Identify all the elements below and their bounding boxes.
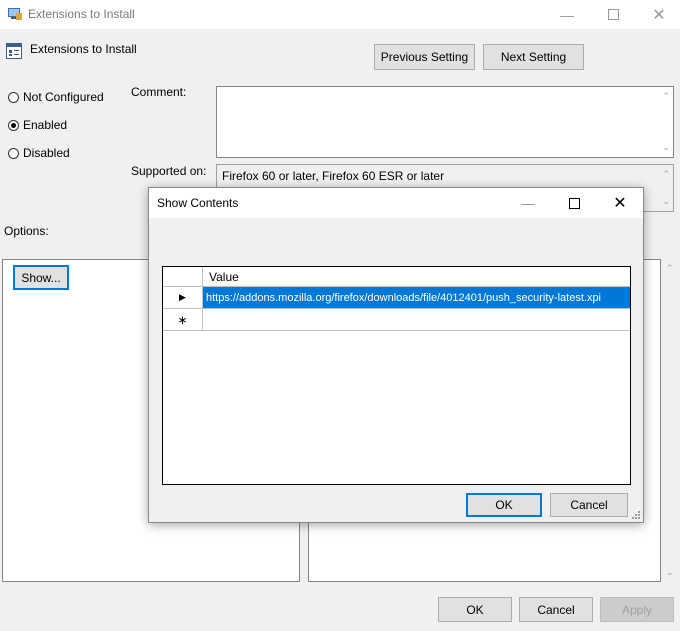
radio-circle xyxy=(8,147,19,159)
window-title: Extensions to Install xyxy=(28,7,135,21)
close-icon: ✕ xyxy=(613,195,627,212)
maximize-icon xyxy=(568,197,580,209)
radio-label: Not Configured xyxy=(23,90,104,104)
scroll-up-icon: ⌃ xyxy=(662,169,670,179)
grid-header: Value xyxy=(163,267,630,287)
window-title-bar: Extensions to Install — ✕ xyxy=(0,0,680,29)
column-header-value[interactable]: Value xyxy=(203,267,630,287)
minimize-icon: — xyxy=(560,6,574,23)
dialog-title-bar: Show Contents — ✕ xyxy=(149,188,643,218)
radio-disabled[interactable]: Disabled xyxy=(8,146,70,160)
options-label: Options: xyxy=(4,224,49,238)
dialog-title: Show Contents xyxy=(157,196,239,210)
scroll-up-icon: ⌃ xyxy=(666,263,674,273)
help-scrollbar[interactable]: ⌃ ⌄ xyxy=(661,259,680,582)
row-pointer-icon: ▶ xyxy=(179,292,186,302)
dialog-close-button[interactable]: ✕ xyxy=(597,188,643,218)
maximize-icon xyxy=(607,9,619,20)
grid-cell-new[interactable] xyxy=(203,309,630,331)
comment-label: Comment: xyxy=(131,85,187,99)
next-setting-button[interactable]: Next Setting xyxy=(483,44,584,70)
new-row-asterisk-icon: ∗ xyxy=(177,312,188,327)
close-icon: ✕ xyxy=(652,6,666,24)
radio-not-configured[interactable]: Not Configured xyxy=(8,90,104,104)
maximize-button[interactable] xyxy=(590,0,636,29)
show-button[interactable]: Show... xyxy=(13,265,69,290)
supported-on-label: Supported on: xyxy=(131,164,207,178)
dialog-minimize-button[interactable]: — xyxy=(505,188,551,218)
scroll-down-icon: ⌄ xyxy=(662,196,670,206)
dialog-maximize-button[interactable] xyxy=(551,188,597,218)
cancel-button[interactable]: Cancel xyxy=(519,597,593,622)
ok-button[interactable]: OK xyxy=(438,597,512,622)
row-header[interactable]: ▶ xyxy=(163,287,203,309)
radio-label: Disabled xyxy=(23,146,70,160)
scroll-up-icon: ⌃ xyxy=(662,91,670,101)
minimize-icon: — xyxy=(521,195,535,211)
radio-circle xyxy=(8,91,19,103)
radio-enabled[interactable]: Enabled xyxy=(8,118,67,132)
grid-cell-value[interactable]: https://addons.mozilla.org/firefox/downl… xyxy=(203,287,630,309)
dialog-cancel-button[interactable]: Cancel xyxy=(550,493,628,517)
dialog-ok-button[interactable]: OK xyxy=(466,493,542,517)
previous-setting-button[interactable]: Previous Setting xyxy=(374,44,475,70)
scroll-down-icon: ⌄ xyxy=(666,567,674,577)
value-grid: Value ▶ https://addons.mozilla.org/firef… xyxy=(162,266,631,485)
scroll-down-icon: ⌄ xyxy=(662,142,670,152)
policy-editor-icon xyxy=(8,8,22,20)
new-row-header[interactable]: ∗ xyxy=(163,309,203,331)
supported-on-value: Firefox 60 or later, Firefox 60 ESR or l… xyxy=(222,169,445,183)
show-contents-dialog: Show Contents — ✕ Value ▶ https://addons… xyxy=(148,187,644,523)
comment-textarea[interactable]: ⌃ ⌄ xyxy=(216,86,674,158)
policy-setting-icon xyxy=(6,43,22,59)
apply-button[interactable]: Apply xyxy=(600,597,674,622)
setting-name: Extensions to Install xyxy=(30,42,137,56)
radio-circle-checked xyxy=(8,119,19,131)
radio-label: Enabled xyxy=(23,118,68,132)
close-button[interactable]: ✕ xyxy=(636,0,680,29)
resize-grip-icon[interactable] xyxy=(631,510,641,520)
minimize-button[interactable]: — xyxy=(544,0,590,29)
grid-corner xyxy=(163,267,203,287)
